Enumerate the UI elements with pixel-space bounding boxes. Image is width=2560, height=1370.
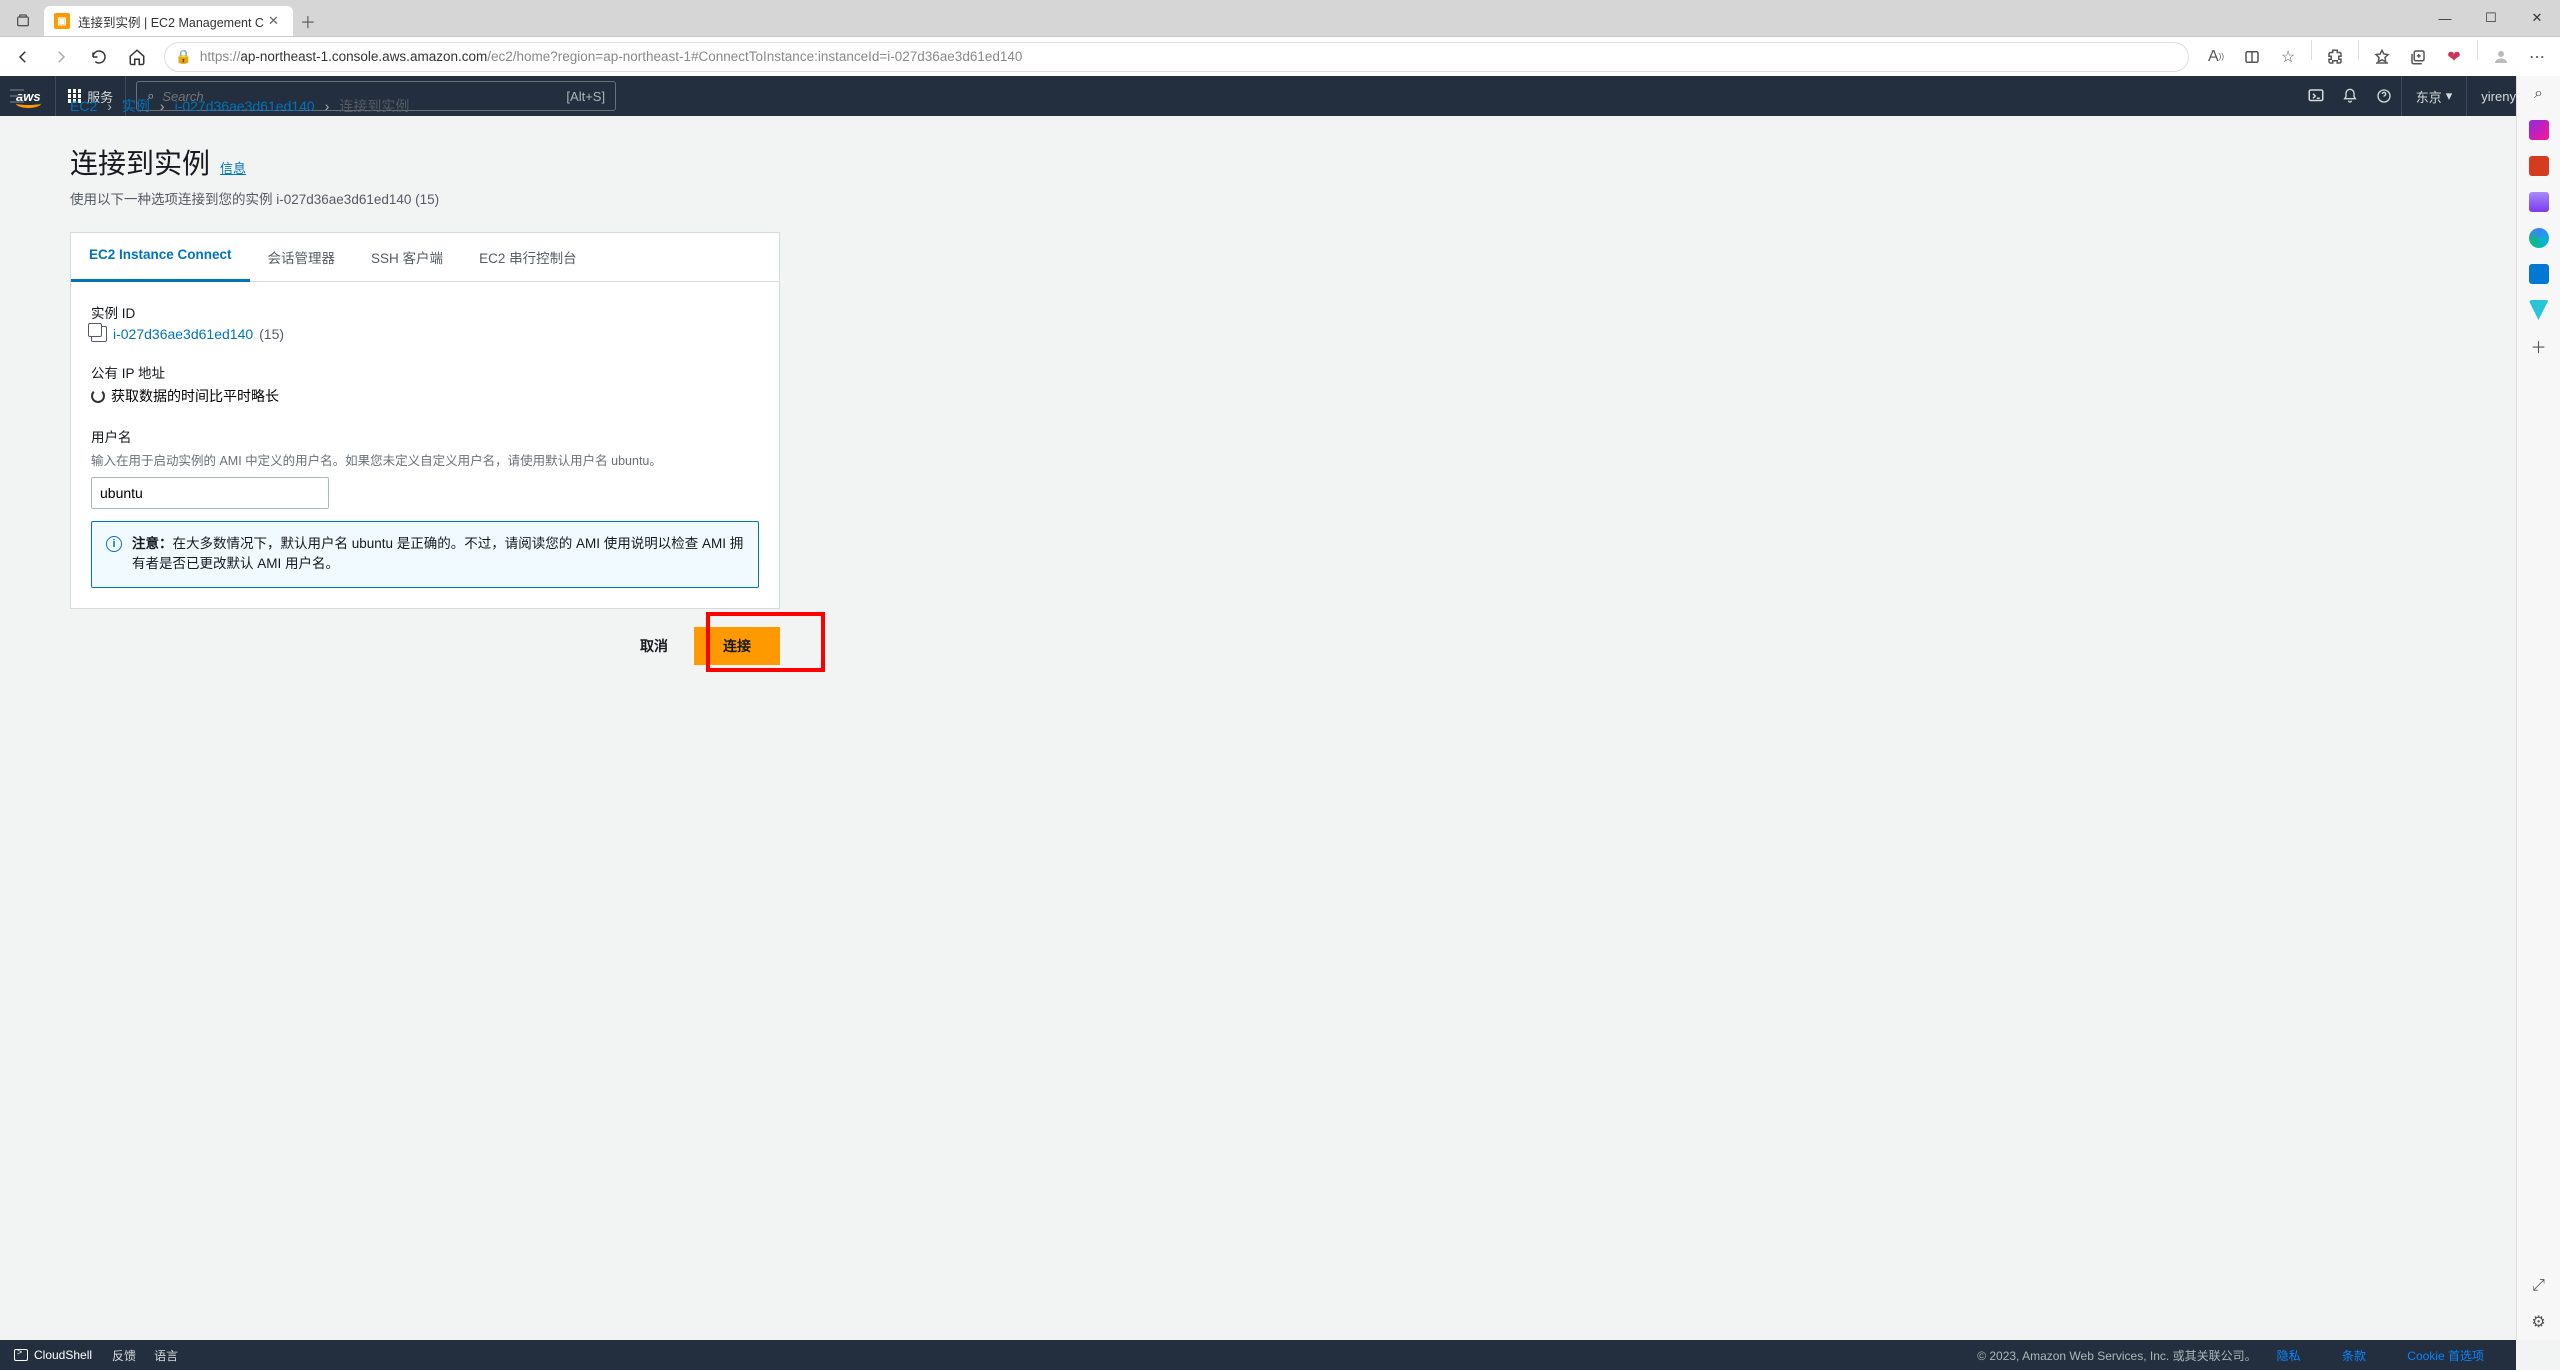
info-link[interactable]: 信息	[220, 158, 246, 177]
page-scroll[interactable]: EC2 › 实例 › i-027d36ae3d61ed140 › 连接到实例 连…	[0, 76, 2516, 1340]
username-input[interactable]	[91, 477, 329, 509]
instance-id-link[interactable]: i-027d36ae3d61ed140	[113, 326, 253, 342]
minimize-button[interactable]: —	[2422, 0, 2468, 36]
home-button[interactable]	[120, 40, 154, 74]
privacy-link[interactable]: 隐私	[2277, 1349, 2301, 1363]
browser-tab-active[interactable]: ▣ 连接到实例 | EC2 Management C ✕	[44, 6, 293, 36]
alert-prefix: 注意：	[132, 536, 173, 551]
edge-sidebar: ⌕ ＋ ⤢ ⚙	[2516, 76, 2560, 1340]
cancel-button[interactable]: 取消	[626, 628, 682, 664]
copy-instance-id-button[interactable]	[91, 326, 107, 342]
info-icon: i	[106, 536, 122, 552]
cloudshell-label: CloudShell	[34, 1348, 92, 1362]
page-subtitle: 使用以下一种选项连接到您的实例 i-027d36ae3d61ed140 (15)	[70, 188, 1380, 208]
sidebar-add-icon[interactable]: ＋	[2529, 336, 2549, 356]
favorites-list-icon[interactable]	[2365, 40, 2399, 74]
close-window-button[interactable]: ✕	[2514, 0, 2560, 36]
username-label: 用户名	[91, 426, 759, 446]
more-menu-icon[interactable]: ⋯	[2520, 40, 2554, 74]
lock-icon: 🔒	[175, 49, 192, 65]
url-box[interactable]: 🔒 https://ap-northeast-1.console.aws.ama…	[164, 42, 2189, 72]
cloudshell-button[interactable]: CloudShell	[14, 1348, 92, 1362]
browser-tabbar: ▣ 连接到实例 | EC2 Management C ✕ ＋ — ☐ ✕	[0, 0, 2560, 36]
new-tab-button[interactable]: ＋	[293, 6, 323, 36]
maximize-button[interactable]: ☐	[2468, 0, 2514, 36]
tab-title: 连接到实例 | EC2 Management C	[78, 12, 264, 31]
back-button[interactable]	[6, 40, 40, 74]
loading-spinner-icon	[91, 389, 105, 403]
aws-footer: CloudShell 反馈 语言 © 2023, Amazon Web Serv…	[0, 1340, 2516, 1370]
public-ip-loading-text: 获取数据的时间比平时略长	[111, 386, 279, 406]
refresh-button[interactable]	[82, 40, 116, 74]
collections-icon[interactable]	[2401, 40, 2435, 74]
read-aloud-icon[interactable]: A))	[2199, 40, 2233, 74]
sidebar-app-2-icon[interactable]	[2529, 156, 2549, 176]
sidebar-settings-icon[interactable]: ⤢	[2529, 1276, 2549, 1296]
url-host: ap-northeast-1.console.aws.amazon.com	[240, 49, 487, 64]
sidebar-app-3-icon[interactable]	[2529, 192, 2549, 212]
breadcrumb-sep: ›	[160, 98, 165, 114]
tab-ssh-client[interactable]: SSH 客户端	[353, 233, 461, 281]
page-content: EC2 › 实例 › i-027d36ae3d61ed140 › 连接到实例 连…	[0, 76, 1380, 665]
tab-serial-console[interactable]: EC2 串行控制台	[461, 233, 595, 281]
connect-panel: EC2 Instance Connect 会话管理器 SSH 客户端 EC2 串…	[70, 232, 780, 609]
enter-immersive-icon[interactable]	[2235, 40, 2269, 74]
sidebar-search-icon[interactable]: ⌕	[2529, 84, 2549, 104]
public-ip-label: 公有 IP 地址	[91, 362, 759, 382]
aws-favicon-icon: ▣	[54, 13, 70, 29]
donate-icon[interactable]: ❤	[2437, 40, 2471, 74]
browser-chrome: ▣ 连接到实例 | EC2 Management C ✕ ＋ — ☐ ✕ 🔒 h…	[0, 0, 2560, 76]
sidebar-gear-icon[interactable]: ⚙	[2529, 1312, 2549, 1332]
url-path: /ec2/home?region=ap-northeast-1#ConnectT…	[487, 49, 1022, 64]
alert-text: 在大多数情况下，默认用户名 ubuntu 是正确的。不过，请阅读您的 AMI 使…	[132, 536, 743, 571]
copyright-text: © 2023, Amazon Web Services, Inc. 或其关联公司…	[1977, 1347, 2256, 1364]
panel-body: 实例 ID i-027d36ae3d61ed140 (15) 公有 IP 地址 …	[71, 282, 779, 608]
window-controls: — ☐ ✕	[2422, 0, 2560, 36]
breadcrumb-sep: ›	[325, 98, 330, 114]
username-description: 输入在用于启动实例的 AMI 中定义的用户名。如果您未定义自定义用户名，请使用默…	[91, 450, 759, 469]
instance-id-suffix: (15)	[259, 326, 284, 342]
url-prefix: https://	[200, 49, 241, 64]
breadcrumb-instance-id[interactable]: i-027d36ae3d61ed140	[175, 98, 315, 114]
browser-addressbar: 🔒 https://ap-northeast-1.console.aws.ama…	[0, 36, 2560, 76]
connect-tabs: EC2 Instance Connect 会话管理器 SSH 客户端 EC2 串…	[71, 233, 779, 282]
tab-session-manager[interactable]: 会话管理器	[250, 233, 354, 281]
info-alert: i 注意：在大多数情况下，默认用户名 ubuntu 是正确的。不过，请阅读您的 …	[91, 521, 759, 588]
instance-id-label: 实例 ID	[91, 302, 759, 322]
breadcrumb: EC2 › 实例 › i-027d36ae3d61ed140 › 连接到实例	[70, 96, 1380, 116]
favorite-icon[interactable]: ☆	[2271, 40, 2305, 74]
breadcrumb-current: 连接到实例	[339, 96, 409, 116]
sidebar-app-5-icon[interactable]	[2529, 264, 2549, 284]
tab-ec2-instance-connect[interactable]: EC2 Instance Connect	[71, 233, 250, 282]
cloudshell-icon	[14, 1349, 28, 1361]
alert-message: 注意：在大多数情况下，默认用户名 ubuntu 是正确的。不过，请阅读您的 AM…	[132, 534, 744, 575]
extensions-icon[interactable]	[2318, 40, 2352, 74]
breadcrumb-sep: ›	[107, 98, 112, 114]
feedback-link[interactable]: 反馈	[112, 1347, 136, 1364]
tab-close-icon[interactable]: ✕	[264, 13, 283, 29]
cookie-link[interactable]: Cookie 首选项	[2407, 1349, 2484, 1363]
breadcrumb-ec2[interactable]: EC2	[70, 98, 97, 114]
sidebar-app-1-icon[interactable]	[2529, 120, 2549, 140]
tab-actions-icon[interactable]	[6, 6, 40, 36]
sidebar-app-4-icon[interactable]	[2529, 228, 2549, 248]
terms-link[interactable]: 条款	[2342, 1349, 2366, 1363]
forward-button[interactable]	[44, 40, 78, 74]
language-link[interactable]: 语言	[154, 1347, 178, 1364]
page-title: 连接到实例	[70, 142, 210, 182]
breadcrumb-instances[interactable]: 实例	[122, 96, 150, 116]
connect-button[interactable]: 连接	[694, 627, 780, 665]
sidebar-app-6-icon[interactable]	[2529, 300, 2549, 320]
profile-icon[interactable]	[2484, 40, 2518, 74]
